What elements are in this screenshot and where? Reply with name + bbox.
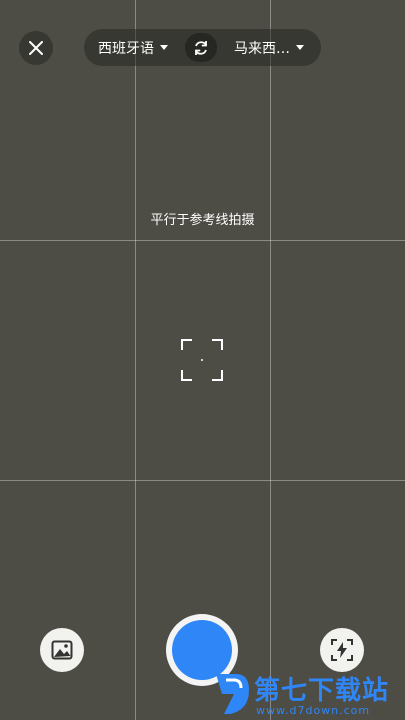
swap-languages-button[interactable] xyxy=(185,33,217,62)
language-selector-bar: 西班牙语 马来西… xyxy=(84,29,321,66)
chevron-down-icon xyxy=(296,45,304,50)
gallery-button[interactable] xyxy=(40,628,84,672)
grid-line-vertical-1 xyxy=(135,0,136,720)
close-icon xyxy=(29,41,43,55)
image-icon xyxy=(51,640,73,660)
watermark-url: www.d7down.com xyxy=(256,704,371,717)
flash-button[interactable] xyxy=(320,628,364,672)
target-language-label: 马来西… xyxy=(234,40,290,57)
close-button[interactable] xyxy=(19,31,53,65)
d7-logo-icon xyxy=(216,674,249,714)
grid-line-horizontal-1 xyxy=(0,240,405,241)
source-language-dropdown[interactable]: 西班牙语 xyxy=(98,29,168,66)
grid-line-vertical-2 xyxy=(270,0,271,720)
source-language-label: 西班牙语 xyxy=(98,40,154,57)
target-language-dropdown[interactable]: 马来西… xyxy=(234,29,304,66)
watermark-text: 第七下载站 xyxy=(254,676,390,706)
grid-line-horizontal-2 xyxy=(0,480,405,481)
flash-auto-icon xyxy=(331,639,353,661)
swap-icon xyxy=(195,40,207,55)
chevron-down-icon xyxy=(160,45,168,50)
watermark-logo: 第七下载站 www.d7down.com xyxy=(212,668,402,720)
guide-hint-text: 平行于参考线拍摄 xyxy=(150,213,255,228)
focus-frame-icon xyxy=(181,339,223,381)
